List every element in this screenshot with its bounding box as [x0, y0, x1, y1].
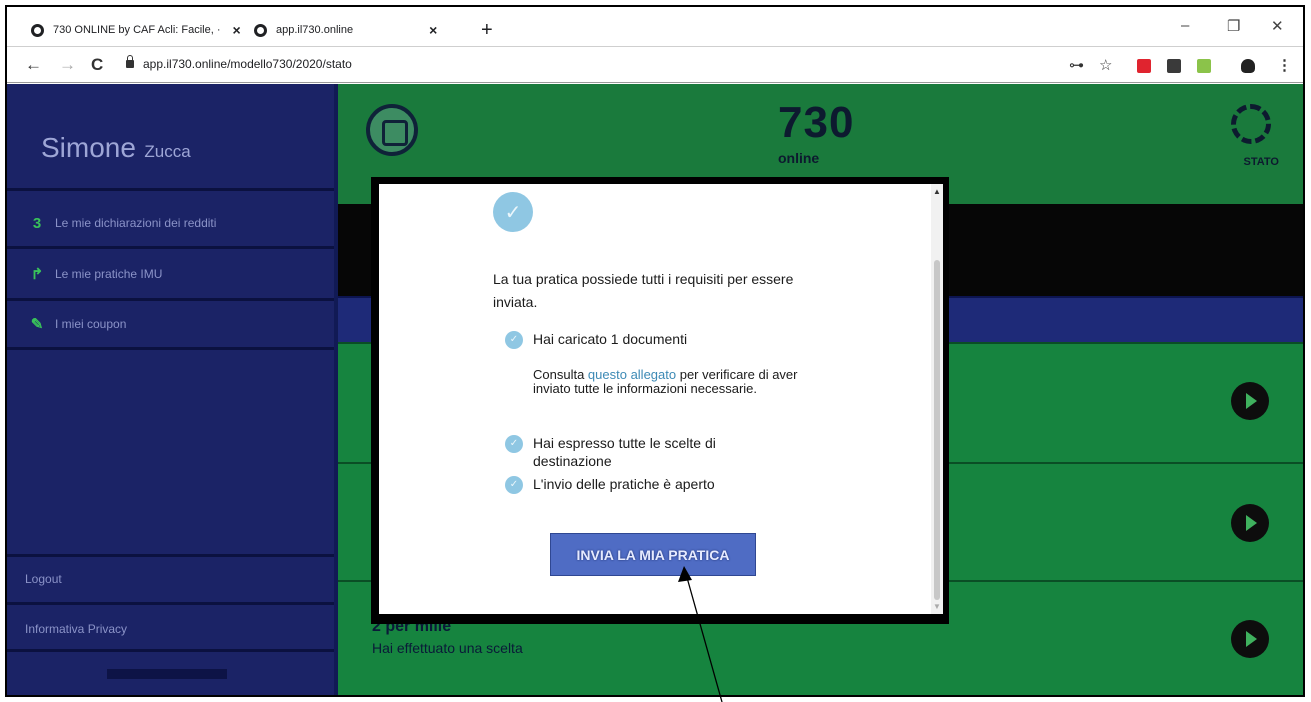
sidebar-item-coupon[interactable]: ✎ I miei coupon	[7, 302, 334, 346]
imu-arrow-icon: ↱	[30, 266, 44, 283]
browser-tab-app[interactable]: app.il730.online ×	[254, 17, 464, 43]
sidebar-item-label: Le mie pratiche IMU	[55, 267, 163, 281]
user-name: Simone Zucca	[41, 132, 191, 164]
sidebar-item-imu[interactable]: ↱ Le mie pratiche IMU	[7, 252, 334, 296]
globe-icon	[254, 23, 267, 37]
status-progress-icon[interactable]	[1231, 104, 1271, 144]
browser-tab-caf[interactable]: 730 ONLINE by CAF Acli: Facile, · ×	[31, 17, 241, 43]
globe-icon	[31, 23, 44, 37]
browser-menu-icon[interactable]: ⋮	[1277, 56, 1292, 74]
sidebar-divider	[7, 649, 334, 652]
panel-subtitle: Hai effettuato una scelta	[372, 640, 523, 656]
browser-tab-bar: 730 ONLINE by CAF Acli: Facile, · × app.…	[7, 7, 1303, 47]
close-tab-icon[interactable]: ×	[233, 22, 241, 38]
bookmark-star-icon[interactable]: ☆	[1099, 56, 1112, 74]
panel-open-button[interactable]	[1231, 504, 1269, 542]
panel-open-button[interactable]	[1231, 620, 1269, 658]
submit-modal: ✓ La tua pratica possiede tutti i requis…	[379, 184, 943, 614]
scroll-down-icon[interactable]: ▼	[933, 602, 941, 611]
close-window-button[interactable]: ✕	[1271, 17, 1284, 35]
back-button[interactable]: ←	[25, 55, 42, 75]
requirement-text: L'invio delle pratiche è aperto	[533, 476, 715, 492]
url-field[interactable]: app.il730.online/modello730/2020/stato	[143, 57, 352, 71]
forward-button[interactable]: →	[59, 55, 76, 75]
sidebar-item-label: Le mie dichiarazioni dei redditi	[55, 216, 217, 230]
check-icon: ✓	[505, 331, 523, 349]
panel-open-button[interactable]	[1231, 382, 1269, 420]
extension-shield-icon[interactable]	[1167, 59, 1181, 73]
tab-title: 730 ONLINE by CAF Acli: Facile, ·	[53, 24, 221, 36]
brand-730: 730	[778, 98, 855, 147]
key-icon[interactable]: ⊶	[1069, 56, 1084, 74]
sidebar-divider	[7, 246, 334, 249]
new-tab-button[interactable]: +	[481, 19, 493, 42]
sidebar-footer-logo	[107, 669, 227, 679]
send-pratica-button[interactable]: INVIA LA MIA PRATICA	[550, 533, 756, 576]
profile-avatar-icon[interactable]	[1241, 59, 1255, 73]
requirement-open: ✓ L'invio delle pratiche è aperto	[505, 475, 805, 494]
attachment-link[interactable]: questo allegato	[588, 367, 676, 382]
scroll-up-icon[interactable]: ▲	[933, 187, 941, 196]
reload-button[interactable]: C	[91, 55, 103, 75]
modal-message: La tua pratica possiede tutti i requisit…	[493, 271, 794, 310]
check-icon: ✓	[505, 476, 523, 494]
check-circle-icon: ✓	[493, 192, 533, 232]
brand-online: online	[778, 150, 820, 166]
sidebar-item-dichiarazioni[interactable]: 3 Le mie dichiarazioni dei redditi	[7, 201, 334, 245]
requirement-note: Consulta questo allegato per verificare …	[533, 368, 823, 396]
sidebar-divider	[7, 298, 334, 301]
acli-logo-icon	[366, 104, 418, 156]
screenshot-frame: 730 ONLINE by CAF Acli: Facile, · × app.…	[5, 5, 1305, 697]
status-label: STATO	[1243, 156, 1279, 168]
coupon-tag-icon: ✎	[30, 316, 44, 333]
sidebar-divider	[7, 188, 334, 191]
restore-button[interactable]: ❐	[1227, 17, 1240, 35]
browser-address-bar: ← → C app.il730.online/modello730/2020/s…	[7, 47, 1303, 83]
user-first-name: Simone	[41, 132, 136, 163]
dichiarazioni-icon: 3	[32, 214, 42, 232]
privacy-link[interactable]: Informativa Privacy	[25, 622, 127, 636]
requirement-documents: ✓ Hai caricato 1 documenti	[505, 330, 805, 349]
lock-icon	[126, 55, 134, 68]
note-text: Consulta	[533, 367, 588, 382]
sidebar-divider	[7, 347, 334, 350]
requirement-text: Hai caricato 1 documenti	[533, 331, 688, 347]
check-icon: ✓	[505, 435, 523, 453]
requirement-choices: ✓ Hai espresso tutte le scelte di destin…	[505, 434, 785, 470]
sidebar-item-label: I miei coupon	[55, 317, 127, 331]
sidebar: Simone Zucca 3 Le mie dichiarazioni dei …	[7, 84, 334, 695]
extension-red-icon[interactable]	[1137, 59, 1151, 73]
scroll-thumb[interactable]	[934, 260, 940, 600]
extension-green-icon[interactable]	[1197, 59, 1211, 73]
sidebar-divider	[7, 554, 334, 557]
tab-title: app.il730.online	[276, 24, 354, 36]
close-tab-icon[interactable]: ×	[429, 22, 437, 38]
requirement-text: Hai espresso tutte le scelte di destinaz…	[533, 435, 716, 469]
user-last-name: Zucca	[144, 142, 191, 161]
sidebar-divider	[7, 602, 334, 605]
logout-link[interactable]: Logout	[25, 572, 62, 586]
modal-scrollbar[interactable]: ▲ ▼	[931, 184, 943, 614]
minimize-button[interactable]: –	[1181, 17, 1189, 34]
